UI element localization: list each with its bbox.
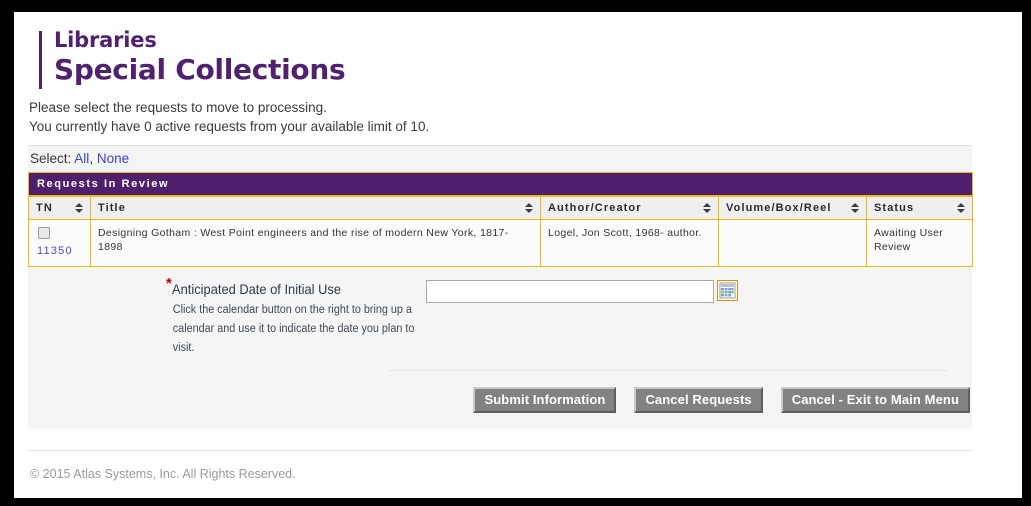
submit-information-button[interactable]: Submit Information [473,387,617,413]
select-separator: , [89,151,94,166]
column-header-volume[interactable]: Volume/Box/Reel [718,196,867,220]
cell-author: Logel, Jon Scott, 1968- author. [540,219,719,267]
sort-arrows-icon[interactable] [957,202,966,214]
column-header-title[interactable]: Title [90,196,541,220]
column-header-author-label: Author/Creator [548,202,642,214]
cell-volume [718,219,867,267]
requests-in-review-table: Requests In Review TN Title Author/Creat… [28,172,973,267]
row-select-checkbox[interactable] [38,227,50,239]
sort-arrows-icon[interactable] [525,202,534,214]
page-footer: © 2015 Atlas Systems, Inc. All Rights Re… [28,450,972,483]
calendar-icon [718,281,737,300]
column-header-status[interactable]: Status [866,196,973,220]
calendar-icon-button[interactable] [717,280,738,301]
select-label: Select: [30,151,72,166]
column-header-volume-label: Volume/Box/Reel [726,202,832,214]
column-header-title-label: Title [98,202,126,214]
cell-status: Awaiting User Review [866,219,973,267]
date-field-help-text: Click the calendar button on the right t… [172,304,415,354]
sort-arrows-icon[interactable] [851,202,860,214]
copyright-text: © 2015 Atlas Systems, Inc. All Rights Re… [30,467,296,481]
column-header-tn[interactable]: TN [28,196,91,220]
table-header-row: TN Title Author/Creator Volume/Box/Reel … [28,196,973,220]
sort-arrows-icon[interactable] [703,202,712,214]
instruction-line-1: Please select the requests to move to pr… [29,100,327,115]
cell-tn: 11350 [28,219,91,267]
branding-special-collections: Special Collections [54,53,346,86]
date-field-label: Anticipated Date of Initial Use [172,281,342,297]
page-content: Libraries Special Collections Please sel… [14,12,986,483]
date-field-row: * Anticipated Date of Initial Use Click … [28,267,972,358]
cell-title: Designing Gotham : West Point engineers … [90,219,541,267]
table-caption: Requests In Review [28,172,973,196]
branding-accent-rule [39,31,42,89]
form-actions: Submit Information Cancel Requests Cance… [28,371,972,413]
cancel-requests-button[interactable]: Cancel Requests [634,387,763,413]
column-header-tn-label: TN [36,202,53,214]
instruction-line-2: You currently have 0 active requests fro… [29,119,430,134]
request-form-panel: * Anticipated Date of Initial Use Click … [28,267,972,429]
date-input[interactable] [426,280,714,303]
sort-arrows-icon[interactable] [75,202,84,214]
select-all-link[interactable]: All [74,151,89,166]
table-row: 11350 Designing Gotham : West Point engi… [28,219,973,267]
instructions: Please select the requests to move to pr… [28,88,986,136]
tn-link[interactable]: 11350 [37,245,73,257]
column-header-status-label: Status [874,202,915,214]
site-branding: Libraries Special Collections [28,12,986,89]
column-header-author[interactable]: Author/Creator [540,196,719,220]
branding-libraries: Libraries [54,28,157,52]
date-field-label-group: * Anticipated Date of Initial Use Click … [138,276,414,358]
select-toolbar: Select: All, None [28,145,972,172]
select-none-link[interactable]: None [97,151,129,166]
date-input-group [426,279,738,303]
cancel-exit-to-main-menu-button[interactable]: Cancel - Exit to Main Menu [780,387,970,413]
browser-viewport: Libraries Special Collections Please sel… [14,12,1022,498]
